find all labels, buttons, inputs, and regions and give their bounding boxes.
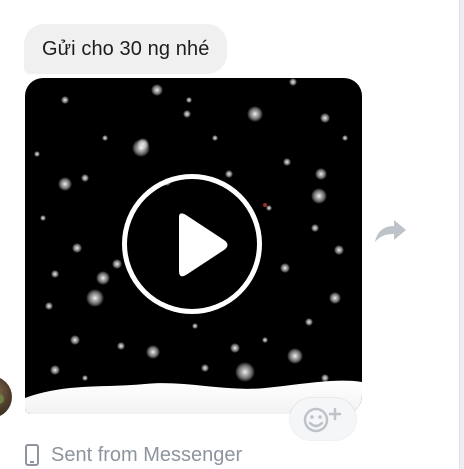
sent-from-status: Sent from Messenger xyxy=(25,442,242,468)
play-button[interactable] xyxy=(122,174,262,314)
sent-from-text: Sent from Messenger xyxy=(51,443,243,466)
add-reaction-icon xyxy=(303,407,342,433)
message-bubble[interactable]: Gửi cho 30 ng nhé xyxy=(24,24,228,74)
play-icon xyxy=(179,213,228,277)
chat-thread: Gửi cho 30 ng nhé Sent from Messenger xyxy=(0,0,464,469)
scrollbar-edge xyxy=(459,0,464,469)
add-reaction-button[interactable] xyxy=(290,398,356,440)
share-icon[interactable] xyxy=(372,216,408,246)
message-text: Gửi cho 30 ng nhé xyxy=(42,37,210,60)
video-attachment[interactable] xyxy=(25,78,362,414)
avatar[interactable] xyxy=(0,376,12,418)
phone-icon xyxy=(25,444,39,466)
